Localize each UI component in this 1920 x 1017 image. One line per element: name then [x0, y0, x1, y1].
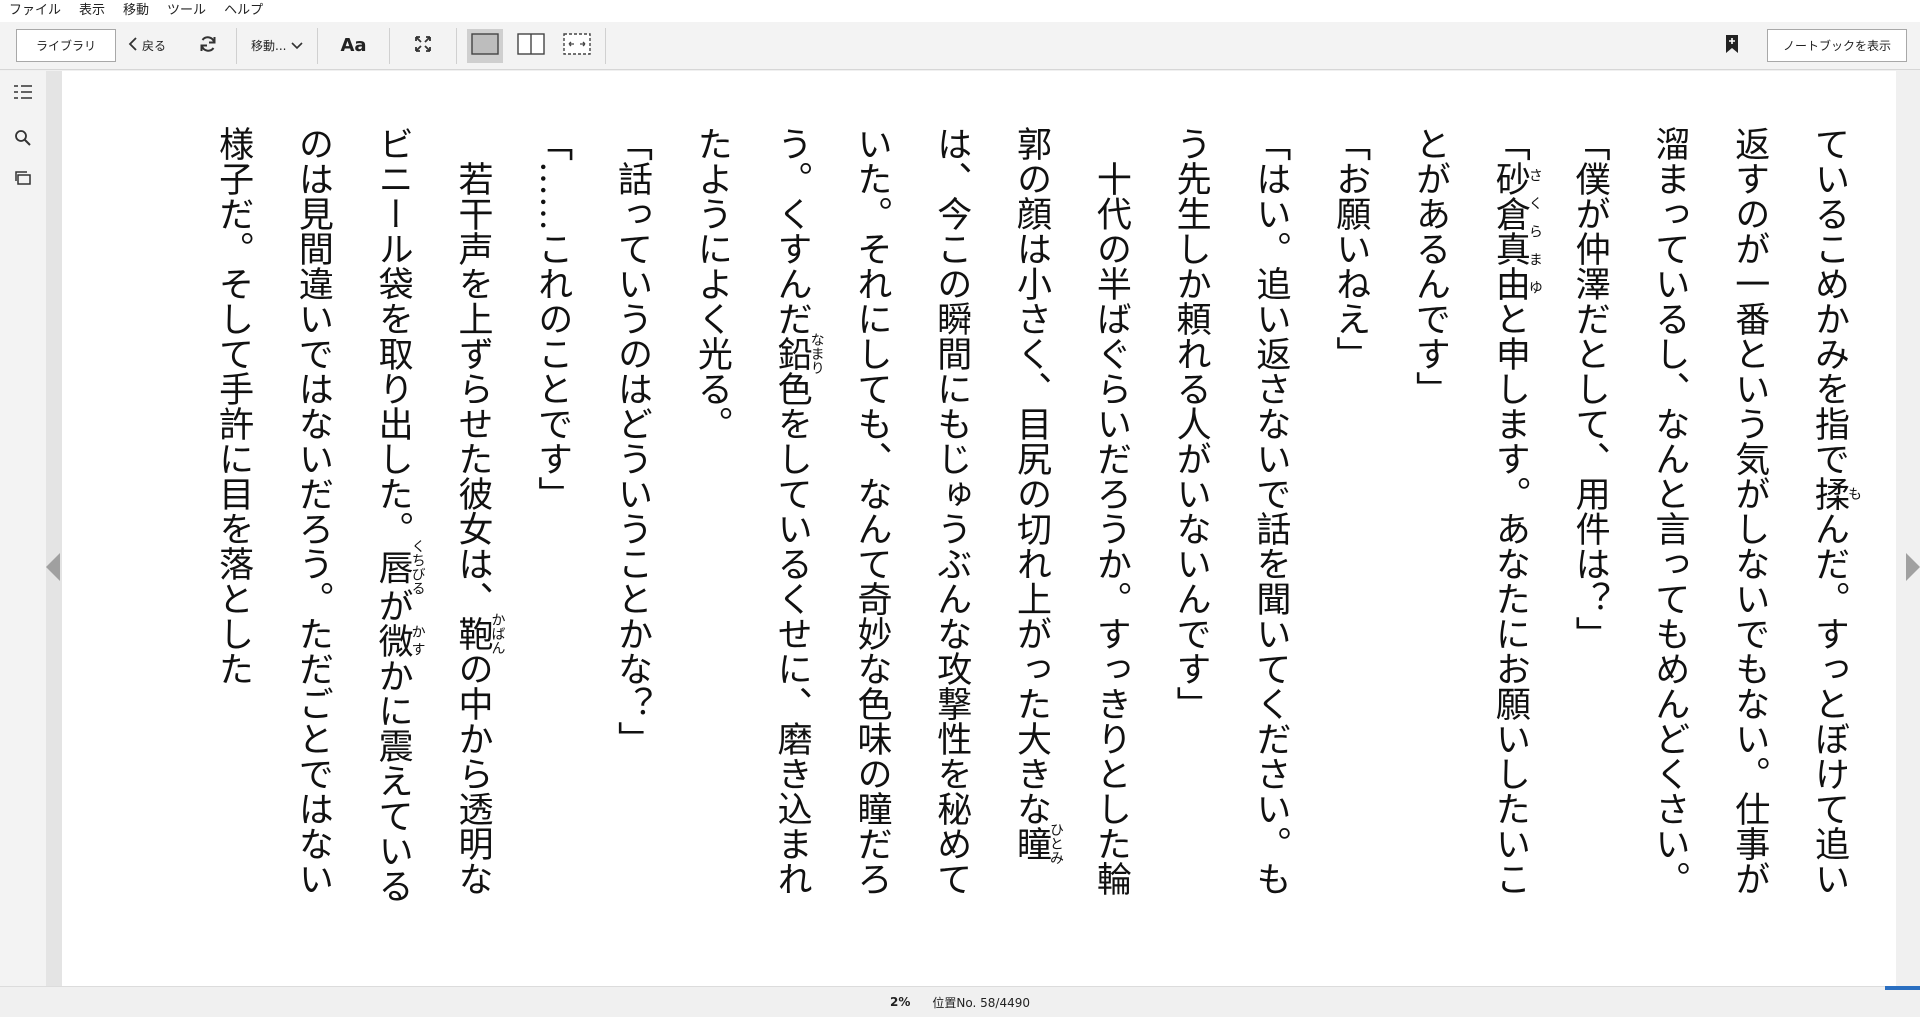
- vertical-text-body: ているこめかみを指で揉もんだ。すっとぼけて追い返すのが一番という気がしないでもな…: [192, 126, 1868, 926]
- location-readout: 位置No. 58/4490: [932, 995, 1030, 1010]
- ruby-annotation: 揉も: [1809, 476, 1862, 511]
- bookmark-button[interactable]: [1721, 33, 1743, 59]
- single-page-icon: [470, 32, 499, 59]
- table-of-contents-icon: [13, 84, 33, 104]
- search-button[interactable]: [12, 129, 34, 151]
- text-paragraph: 十代の半ばぐらいだろうか。すっきりとした輪郭の顔は小さく、目尻の切れ上がった大き…: [691, 126, 1131, 896]
- text-paragraph: 「僕が仲澤だとして、用件は？」: [1569, 126, 1610, 651]
- reading-page: ているこめかみを指で揉もんだ。すっとぼけて追い返すのが一番という気がしないでもな…: [62, 71, 1896, 986]
- goto-menu-button[interactable]: 移動...: [251, 37, 304, 54]
- ruby-annotation: 砂倉真由さくらまゆ: [1489, 161, 1543, 301]
- refresh-icon: [198, 34, 218, 58]
- ruby-annotation: 唇くちびる: [372, 539, 426, 595]
- flashcards-icon: [14, 170, 32, 190]
- library-button-label: ライブラリ: [35, 39, 96, 53]
- arrow-left-icon: [46, 553, 60, 581]
- text-paragraph: 若干声を上ずらせた彼女は、鞄かばんの中から透明なビニール袋を取り出した。唇くちび…: [213, 126, 506, 903]
- text-paragraph: ているこめかみを指で揉もんだ。すっとぼけて追い返すのが一番という気がしないでもな…: [1649, 126, 1862, 896]
- status-bar: 2% 位置No. 58/4490: [0, 986, 1920, 1017]
- chevron-left-icon: [128, 37, 138, 54]
- flashcards-button[interactable]: [12, 169, 34, 191]
- back-button-label: 戻る: [142, 39, 167, 53]
- left-sidebar: [0, 71, 46, 986]
- text-paragraph: 「砂倉真由さくらまゆと申します。あなたにお願いしたいことがあるんです」: [1410, 126, 1543, 896]
- ruby-annotation: 瞳ひとみ: [1011, 822, 1065, 865]
- font-settings-label: Aa: [340, 35, 367, 56]
- text-paragraph: 「お願いねえ」: [1330, 126, 1371, 371]
- back-button[interactable]: 戻る: [128, 37, 166, 54]
- menu-help[interactable]: ヘルプ: [215, 0, 272, 22]
- library-button[interactable]: ライブラリ: [16, 29, 116, 62]
- show-notebook-button[interactable]: ノートブックを表示: [1767, 29, 1907, 62]
- ruby-annotation: 微かす: [372, 623, 426, 658]
- progress-percent: 2%: [890, 995, 911, 1009]
- toolbar: ライブラリ 戻る 移動... Aa ノートブックを表示: [0, 22, 1920, 70]
- bookmark-add-icon: [1725, 34, 1739, 58]
- previous-page-area[interactable]: [46, 71, 62, 986]
- arrow-right-icon: [1906, 553, 1920, 581]
- scroll-view-button[interactable]: [559, 29, 595, 63]
- two-page-icon: [516, 32, 545, 59]
- next-page-area[interactable]: [1896, 71, 1920, 986]
- ruby-annotation: 鞄かばん: [452, 612, 506, 655]
- menu-tools[interactable]: ツール: [158, 0, 215, 22]
- single-page-view-button[interactable]: [466, 28, 503, 63]
- menu-go[interactable]: 移動: [114, 0, 158, 22]
- font-settings-button[interactable]: Aa: [340, 35, 366, 56]
- menu-bar: ファイル 表示 移動 ツール ヘルプ: [0, 0, 1920, 22]
- ruby-annotation: 鉛なまり: [771, 332, 825, 375]
- text-paragraph: 「……これのことです」: [532, 126, 573, 511]
- text-paragraph: 「はい。追い返さないで話を聞いてください。もう先生しか頼れる人がいないんです」: [1170, 126, 1291, 896]
- fullscreen-button[interactable]: [412, 35, 434, 57]
- fullscreen-icon: [414, 35, 432, 57]
- table-of-contents-button[interactable]: [12, 83, 34, 105]
- menu-file[interactable]: ファイル: [0, 0, 70, 22]
- text-paragraph: 「話っていうのはどういうことかな？」: [612, 126, 653, 756]
- show-notebook-label: ノートブックを表示: [1782, 39, 1891, 53]
- sync-button[interactable]: [196, 34, 220, 58]
- menu-view[interactable]: 表示: [70, 0, 114, 22]
- reading-progress-bar: [1885, 986, 1920, 990]
- chevron-down-icon: [291, 39, 304, 53]
- search-icon: [14, 129, 32, 151]
- two-page-view-button[interactable]: [513, 29, 549, 63]
- goto-button-label: 移動...: [251, 39, 287, 53]
- scroll-view-icon: [562, 32, 591, 59]
